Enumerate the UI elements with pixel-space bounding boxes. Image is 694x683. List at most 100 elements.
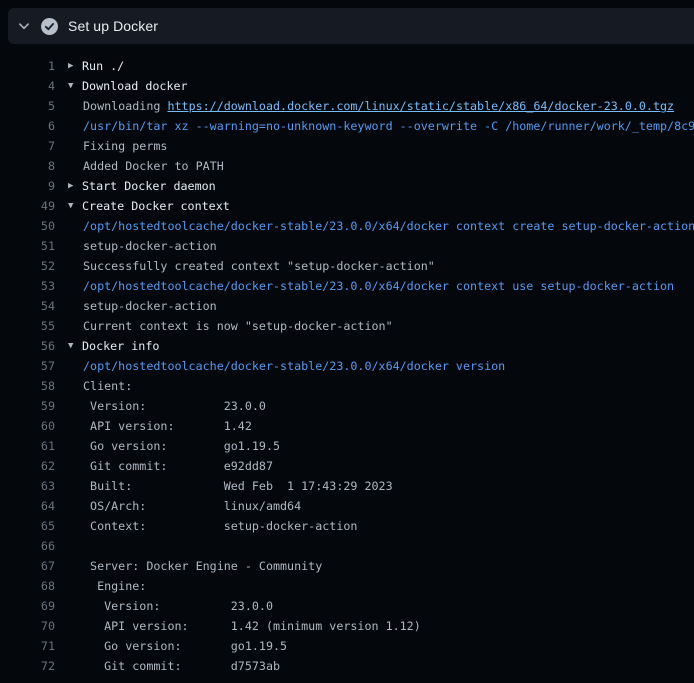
line-number[interactable]: 67 <box>0 556 55 576</box>
group-title[interactable]: Download docker <box>82 76 188 96</box>
log-line: 8Added Docker to PATH <box>0 156 694 176</box>
group-expanded-icon[interactable]: ▼ <box>68 196 82 216</box>
log-text: Version: 23.0.0 <box>83 596 273 616</box>
line-number[interactable]: 8 <box>0 156 55 176</box>
log-line: 52 Successfully created context "setup-do… <box>0 256 694 276</box>
line-number[interactable]: 70 <box>0 616 55 636</box>
line-number[interactable]: 7 <box>0 136 55 156</box>
log-line: 9 ▶Start Docker daemon <box>0 176 694 196</box>
line-number[interactable]: 68 <box>0 576 55 596</box>
line-number[interactable]: 57 <box>0 356 55 376</box>
log-line: 69 Version: 23.0.0 <box>0 596 694 616</box>
line-number[interactable]: 9 <box>0 176 55 196</box>
log-text: Git commit: e92dd87 <box>83 456 273 476</box>
log-text: setup-docker-action <box>83 236 217 256</box>
line-number[interactable]: 64 <box>0 496 55 516</box>
line-number[interactable]: 69 <box>0 596 55 616</box>
log-command-text: /opt/hostedtoolcache/docker-stable/23.0.… <box>83 276 674 296</box>
log-text: Fixing perms <box>83 136 167 156</box>
line-number[interactable]: 1 <box>0 56 55 76</box>
log-line: 54 setup-docker-action <box>0 296 694 316</box>
check-circle-icon <box>41 18 58 35</box>
log-command-text: /opt/hostedtoolcache/docker-stable/23.0.… <box>83 356 505 376</box>
line-number[interactable]: 5 <box>0 96 55 116</box>
group-expanded-icon[interactable]: ▼ <box>68 76 82 96</box>
log-text-prefix: Downloading <box>83 99 167 113</box>
log-text: API version: 1.42 <box>83 416 252 436</box>
log-text: Server: Docker Engine - Community <box>83 556 322 576</box>
step-title: Set up Docker <box>68 18 158 34</box>
log-line: 59 Version: 23.0.0 <box>0 396 694 416</box>
line-number[interactable]: 63 <box>0 476 55 496</box>
log-text: Successfully created context "setup-dock… <box>83 256 435 276</box>
chevron-down-icon[interactable] <box>17 19 31 33</box>
log-text: Client: <box>83 376 132 396</box>
log-line: 60 API version: 1.42 <box>0 416 694 436</box>
line-number[interactable]: 62 <box>0 456 55 476</box>
group-collapsed-icon[interactable]: ▶ <box>68 56 82 76</box>
group-collapsed-icon[interactable]: ▶ <box>68 176 82 196</box>
line-number[interactable]: 52 <box>0 256 55 276</box>
line-number[interactable]: 58 <box>0 376 55 396</box>
log-line: 7 Fixing perms <box>0 136 694 156</box>
log-text: Current context is now "setup-docker-act… <box>83 316 393 336</box>
line-number[interactable]: 51 <box>0 236 55 256</box>
log-line: 55 Current context is now "setup-docker-a… <box>0 316 694 336</box>
log-line: 51 setup-docker-action <box>0 236 694 256</box>
log-command-text: /usr/bin/tar xz --warning=no-unknown-key… <box>83 116 694 136</box>
line-number[interactable]: 55 <box>0 316 55 336</box>
group-title[interactable]: Docker info <box>82 336 159 356</box>
line-number[interactable]: 50 <box>0 216 55 236</box>
log-line: 63 Built: Wed Feb 1 17:43:29 2023 <box>0 476 694 496</box>
log-line: 72 Git commit: d7573ab <box>0 656 694 676</box>
line-number[interactable]: 59 <box>0 396 55 416</box>
log-line: 68 Engine: <box>0 576 694 596</box>
log-line: 61 Go version: go1.19.5 <box>0 436 694 456</box>
line-number[interactable]: 61 <box>0 436 55 456</box>
log-text: Built: Wed Feb 1 17:43:29 2023 <box>83 476 393 496</box>
group-title[interactable]: Create Docker context <box>82 196 230 216</box>
log-line: 4 ▼Download docker <box>0 76 694 96</box>
log-line: 50/opt/hostedtoolcache/docker-stable/23.… <box>0 216 694 236</box>
log-line: 71 Go version: go1.19.5 <box>0 636 694 656</box>
log-text: Engine: <box>83 576 146 596</box>
log-line: 1 ▶Run ./ <box>0 56 694 76</box>
log-lines: 1▶Run ./4▼Download docker5Downloading ht… <box>0 56 694 683</box>
line-number[interactable]: 6 <box>0 116 55 136</box>
log-url-link[interactable]: https://download.docker.com/linux/static… <box>167 99 674 113</box>
workflow-log-panel: Set up Docker 1▶Run ./4▼Download docker5… <box>0 0 694 683</box>
line-number[interactable]: 4 <box>0 76 55 96</box>
group-title[interactable]: Start Docker daemon <box>82 176 216 196</box>
log-line: 6/usr/bin/tar xz --warning=no-unknown-ke… <box>0 116 694 136</box>
line-number[interactable]: 71 <box>0 636 55 656</box>
line-number[interactable]: 72 <box>0 656 55 676</box>
step-header[interactable]: Set up Docker <box>8 8 694 44</box>
line-number[interactable]: 56 <box>0 336 55 356</box>
log-text: Context: setup-docker-action <box>83 516 357 536</box>
log-text: Downloading https://download.docker.com/… <box>83 96 674 116</box>
line-number[interactable]: 65 <box>0 516 55 536</box>
line-number[interactable]: 49 <box>0 196 55 216</box>
log-text: Git commit: d7573ab <box>83 656 280 676</box>
line-number[interactable]: 53 <box>0 276 55 296</box>
log-text: OS/Arch: linux/amd64 <box>83 496 301 516</box>
group-title[interactable]: Run ./ <box>82 56 124 76</box>
log-text: Version: 23.0.0 <box>83 396 266 416</box>
log-line: 5 Downloading https://download.docker.com… <box>0 96 694 116</box>
line-number[interactable]: 60 <box>0 416 55 436</box>
line-number[interactable]: 54 <box>0 296 55 316</box>
log-line: 62 Git commit: e92dd87 <box>0 456 694 476</box>
log-text: API version: 1.42 (minimum version 1.12) <box>83 616 421 636</box>
log-text: setup-docker-action <box>83 296 217 316</box>
log-line: 56 ▼Docker info <box>0 336 694 356</box>
log-line: 49 ▼Create Docker context <box>0 196 694 216</box>
log-text: Go version: go1.19.5 <box>83 636 287 656</box>
log-line: 58 Client: <box>0 376 694 396</box>
log-line: 64 OS/Arch: linux/amd64 <box>0 496 694 516</box>
group-expanded-icon[interactable]: ▼ <box>68 336 82 356</box>
log-line: 53/opt/hostedtoolcache/docker-stable/23.… <box>0 276 694 296</box>
log-line: 65 Context: setup-docker-action <box>0 516 694 536</box>
line-number[interactable]: 66 <box>0 536 55 556</box>
log-line: 67 Server: Docker Engine - Community <box>0 556 694 576</box>
log-command-text: /opt/hostedtoolcache/docker-stable/23.0.… <box>83 216 694 236</box>
